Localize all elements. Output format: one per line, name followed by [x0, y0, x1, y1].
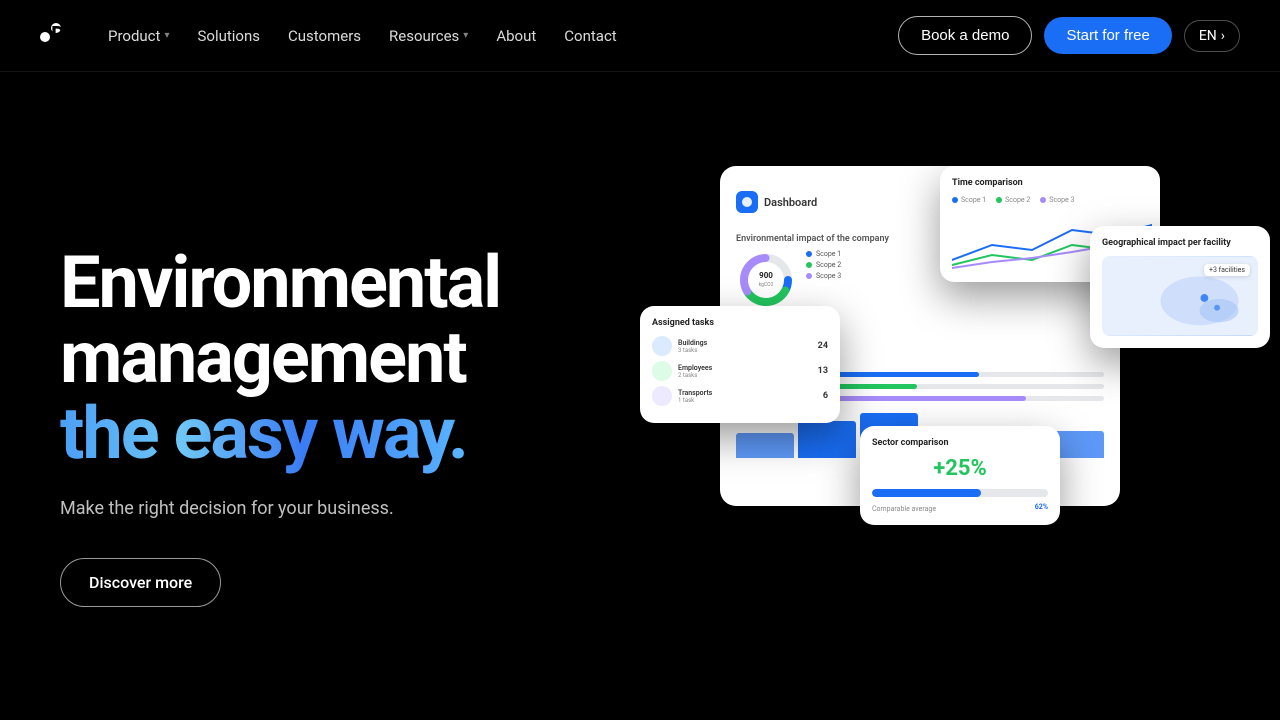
sector-bar [872, 489, 1048, 497]
nav-label-product: Product [108, 27, 160, 45]
task-name-employees: Employees [678, 364, 812, 372]
scope2-dot [806, 262, 812, 268]
task-count-transports: 6 [823, 391, 828, 401]
task-row-buildings: Buildings 3 tasks 24 [652, 336, 828, 356]
task-row-transports: Transports 1 task 6 [652, 386, 828, 406]
chevron-right-icon: › [1221, 28, 1225, 44]
nav-left: Dcycle Product ▾ Solutions Customers [40, 19, 627, 53]
task-info-transports: Transports 1 task [678, 389, 817, 404]
task-count-buildings: 24 [818, 341, 828, 351]
hero-title-line2: management [60, 315, 466, 400]
time-label-text-2: Scope 2 [1005, 196, 1030, 204]
nav-label-about: About [496, 27, 536, 45]
nav-links: Product ▾ Solutions Customers Resources … [98, 19, 627, 53]
start-free-button[interactable]: Start for free [1044, 17, 1171, 54]
nav-link-resources[interactable]: Resources ▾ [379, 19, 478, 53]
time-label-scope1: Scope 1 [952, 196, 986, 204]
hero-title: Environmental management the easy way. [60, 245, 500, 472]
scope1-dot [806, 251, 812, 257]
bar-2 [798, 421, 856, 459]
nav-item-about[interactable]: About [486, 19, 546, 53]
geo-card: Geographical impact per facility +3 faci… [1090, 226, 1270, 348]
task-name-buildings: Buildings [678, 339, 812, 347]
time-label-text-1: Scope 1 [961, 196, 986, 204]
geo-map: +3 facilities [1102, 256, 1258, 336]
geo-tag: +3 facilities [1204, 264, 1250, 276]
task-info-buildings: Buildings 3 tasks [678, 339, 812, 354]
time-labels: Scope 1 Scope 2 Scope 3 [952, 196, 1148, 204]
nav-item-contact[interactable]: Contact [554, 19, 626, 53]
nav-link-solutions[interactable]: Solutions [187, 19, 270, 53]
sector-pct: 62% [1035, 503, 1048, 511]
scope3-label: Scope 3 [816, 272, 841, 280]
scope3-dot [806, 273, 812, 279]
sector-avg-label: Comparable average [872, 505, 936, 513]
navbar: Dcycle Product ▾ Solutions Customers [0, 0, 1280, 72]
nav-item-customers[interactable]: Customers [278, 19, 371, 53]
nav-link-product[interactable]: Product ▾ [98, 19, 179, 53]
geo-title: Geographical impact per facility [1102, 238, 1258, 248]
nav-label-resources: Resources [389, 27, 459, 45]
discover-more-button[interactable]: Discover more [60, 558, 221, 607]
hero-visual: Dashboard 900 kg CO2 eq. +4.8% [640, 166, 1220, 686]
hero-title-line1: Environmental [60, 240, 500, 325]
nav-link-about[interactable]: About [486, 19, 546, 53]
donut-large: 900 kgCO2 [736, 250, 796, 310]
nav-right: Book a demo Start for free EN › [898, 16, 1240, 55]
book-demo-button[interactable]: Book a demo [898, 16, 1032, 55]
time-dot-scope2 [996, 197, 1002, 203]
hero-content: Environmental management the easy way. M… [60, 245, 500, 608]
task-info-employees: Employees 2 tasks [678, 364, 812, 379]
nav-item-product[interactable]: Product ▾ [98, 19, 179, 53]
task-count-employees: 13 [818, 366, 828, 376]
svg-text:kgCO2: kgCO2 [759, 282, 774, 288]
nav-link-customers[interactable]: Customers [278, 19, 371, 53]
task-sub-transports: 1 task [678, 397, 817, 404]
assigned-tasks-title: Assigned tasks [652, 318, 828, 328]
svg-text:900: 900 [759, 271, 773, 280]
dashboard-title: Dashboard [764, 196, 817, 209]
time-dot-scope1 [952, 197, 958, 203]
task-sub-buildings: 3 tasks [678, 347, 812, 354]
scope2-label: Scope 2 [816, 261, 841, 269]
hero-subtitle: Make the right decision for your busines… [60, 495, 500, 522]
lang-label: EN [1199, 28, 1217, 44]
nav-item-solutions[interactable]: Solutions [187, 19, 270, 53]
logo-text: Dcycle [51, 23, 61, 33]
time-dot-scope3 [1040, 197, 1046, 203]
time-label-text-3: Scope 3 [1049, 196, 1074, 204]
dashboard-mockup: Dashboard 900 kg CO2 eq. +4.8% [660, 146, 1240, 666]
lang-switcher[interactable]: EN › [1184, 20, 1240, 52]
nav-label-contact: Contact [564, 27, 616, 45]
bar-1 [736, 433, 794, 458]
task-name-transports: Transports [678, 389, 817, 397]
nav-item-resources[interactable]: Resources ▾ [379, 19, 478, 53]
sector-value: +25% [872, 456, 1048, 481]
sector-fill [872, 489, 981, 497]
assigned-tasks-card: Assigned tasks Buildings 3 tasks 24 Empl… [640, 306, 840, 423]
chevron-down-icon: ▾ [463, 30, 468, 41]
task-sub-employees: 2 tasks [678, 372, 812, 379]
task-row-employees: Employees 2 tasks 13 [652, 361, 828, 381]
scope1-label: Scope 1 [816, 250, 841, 258]
task-icon-buildings [652, 336, 672, 356]
chevron-down-icon: ▾ [164, 30, 169, 41]
nav-label-solutions: Solutions [197, 27, 260, 45]
task-icon-employees [652, 361, 672, 381]
sector-title: Sector comparison [872, 438, 1048, 448]
nav-label-customers: Customers [288, 27, 361, 45]
sector-comparison-card: Sector comparison +25% Comparable averag… [860, 426, 1060, 525]
hero-section: Environmental management the easy way. M… [0, 72, 1280, 720]
hero-title-gradient: the easy way. [60, 391, 467, 476]
nav-link-contact[interactable]: Contact [554, 19, 626, 53]
time-title: Time comparison [952, 178, 1148, 188]
task-icon-transports [652, 386, 672, 406]
time-label-scope3: Scope 3 [1040, 196, 1074, 204]
dashboard-logo-icon [736, 191, 758, 213]
logo-dot [40, 32, 50, 42]
logo[interactable]: Dcycle [40, 23, 62, 48]
time-label-scope2: Scope 2 [996, 196, 1030, 204]
